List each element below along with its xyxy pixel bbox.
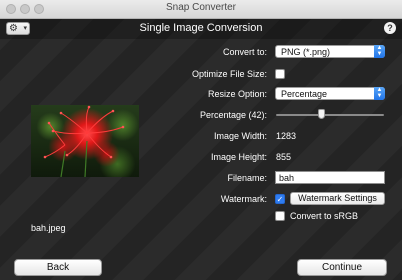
watermark-settings-button[interactable]: Watermark Settings xyxy=(290,192,385,205)
filename-label: Filename: xyxy=(227,173,267,183)
image-width-value: 1283 xyxy=(276,131,297,141)
percentage-label: Percentage (42): xyxy=(199,110,267,120)
flower-image xyxy=(43,105,125,177)
convert-to-value: PNG (*.png) xyxy=(281,47,331,57)
resize-option-select[interactable]: Percentage ▲ ▼ xyxy=(275,87,385,100)
resize-option-label: Resize Option: xyxy=(207,89,267,99)
updown-arrows-icon: ▲ ▼ xyxy=(374,45,385,58)
convert-srgb-label: Convert to sRGB xyxy=(290,211,359,221)
preview-filename: bah.jpeg xyxy=(31,223,66,233)
convert-to-label: Convert to: xyxy=(222,47,267,57)
header-bar: ⚙ ▾ Single Image Conversion ? xyxy=(0,19,402,39)
optimize-file-size-checkbox[interactable] xyxy=(275,69,285,79)
continue-button[interactable]: Continue xyxy=(297,259,387,276)
main-content: ⚙ ▾ Single Image Conversion ? bah.jpeg C… xyxy=(0,19,402,280)
checkmark-icon: ✓ xyxy=(276,195,284,204)
filename-input[interactable]: bah xyxy=(275,171,385,184)
resize-option-value: Percentage xyxy=(281,89,328,99)
app-window: Snap Converter ⚙ ▾ Single Image Conversi… xyxy=(0,0,402,280)
filename-input-value: bah xyxy=(279,173,295,183)
updown-arrows-icon: ▲ ▼ xyxy=(374,87,385,100)
convert-to-select[interactable]: PNG (*.png) ▲ ▼ xyxy=(275,45,385,58)
help-button[interactable]: ? xyxy=(384,22,396,34)
percentage-slider-track[interactable] xyxy=(276,114,384,116)
image-width-label: Image Width: xyxy=(213,131,267,141)
image-height-label: Image Height: xyxy=(210,152,267,162)
optimize-file-size-label: Optimize File Size: xyxy=(191,69,267,79)
percentage-slider-knob[interactable] xyxy=(318,109,325,119)
image-preview xyxy=(31,105,139,177)
page-title: Single Image Conversion xyxy=(139,22,263,34)
image-height-value: 855 xyxy=(276,152,292,162)
back-button[interactable]: Back xyxy=(14,259,102,276)
title-bar: Snap Converter xyxy=(0,0,402,19)
window-title: Snap Converter xyxy=(165,2,237,13)
watermark-checkbox[interactable]: ✓ xyxy=(275,194,285,204)
watermark-label: Watermark: xyxy=(220,194,267,204)
convert-srgb-checkbox[interactable] xyxy=(275,211,285,221)
